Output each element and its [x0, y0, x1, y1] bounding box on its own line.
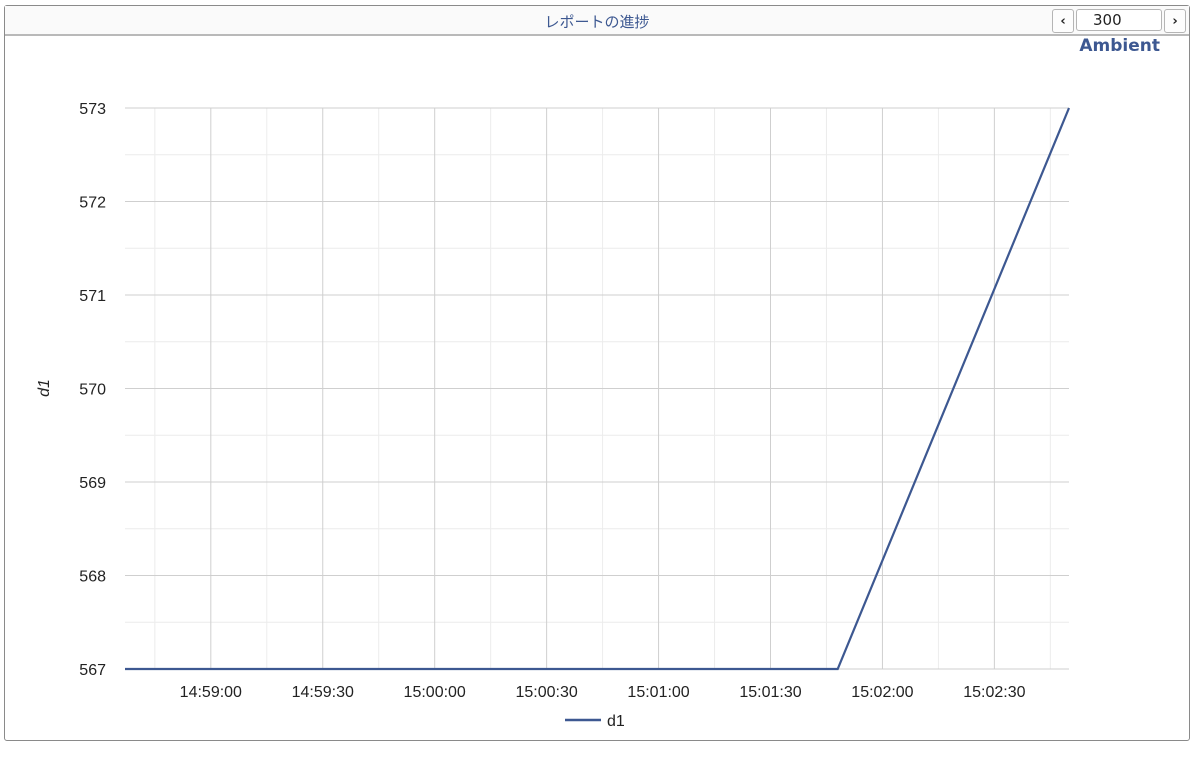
- x-tick-label: 15:00:30: [515, 684, 577, 701]
- y-axis-label: d1: [36, 379, 53, 397]
- x-tick-label: 14:59:00: [180, 684, 242, 701]
- y-tick-label: 569: [79, 475, 106, 492]
- y-tick-label: 568: [79, 569, 106, 586]
- legend-label: d1: [607, 713, 625, 730]
- y-tick-label: 572: [79, 195, 106, 212]
- line-chart: 567 568 569 570 571 572 573 14:59:00 14:59:30 15:…: [36, 101, 1071, 730]
- y-tick-label: 567: [79, 662, 106, 679]
- x-tick-label: 15:01:30: [739, 684, 801, 701]
- y-tick-label: 571: [79, 288, 106, 305]
- y-tick-label: 570: [79, 382, 106, 399]
- x-tick-label: 14:59:30: [292, 684, 354, 701]
- x-tick-label: 15:02:30: [963, 684, 1025, 701]
- x-tick-label: 15:01:00: [627, 684, 689, 701]
- x-tick-label: 15:00:00: [404, 684, 466, 701]
- y-tick-label: 573: [79, 101, 106, 118]
- x-tick-label: 15:02:00: [851, 684, 913, 701]
